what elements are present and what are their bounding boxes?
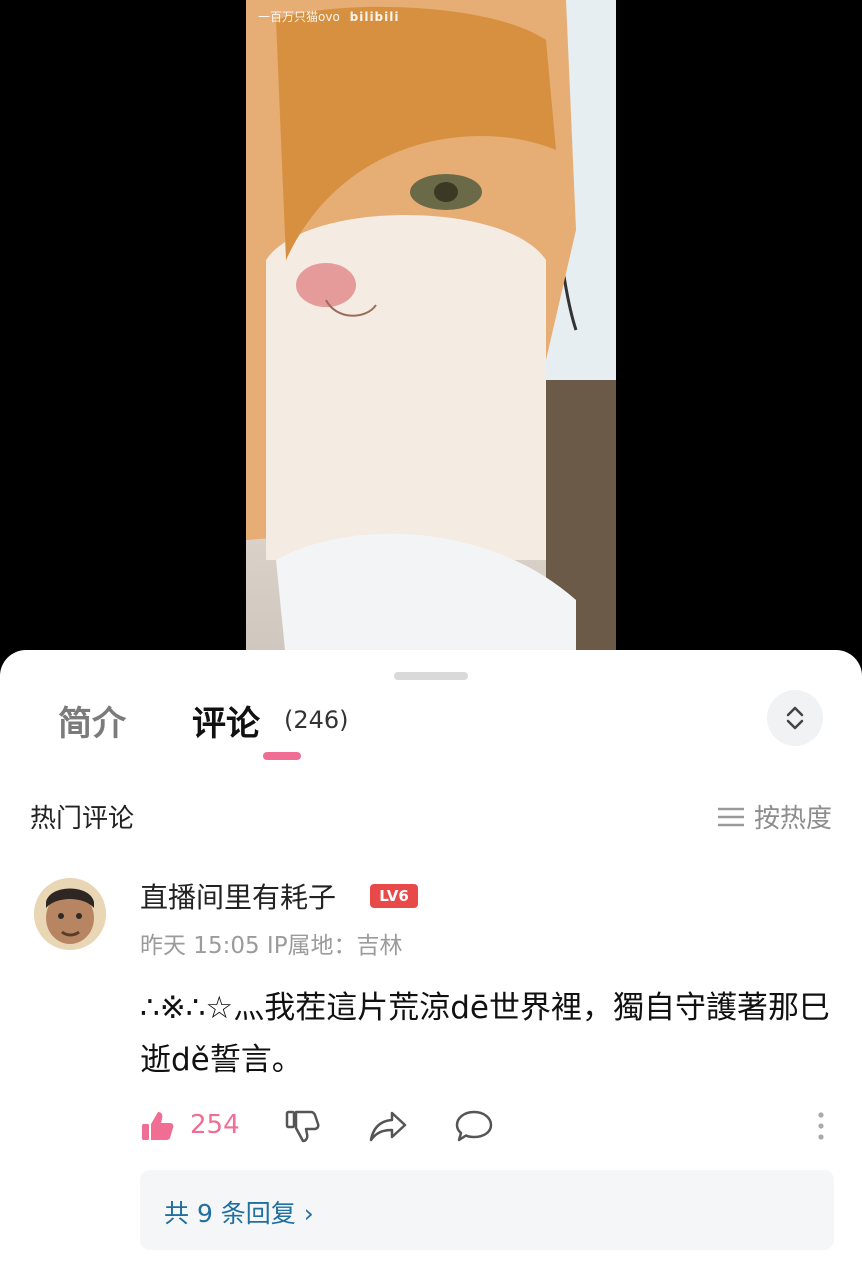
like-button[interactable]: [140, 1108, 176, 1148]
sort-by-hot-button[interactable]: 按热度: [716, 798, 832, 835]
video-watermark: 一百万只猫ovo bilibili: [258, 8, 399, 25]
more-options-button[interactable]: [816, 1110, 826, 1146]
comment-text: ∴※∴☆灬我茬這片荒涼dē世界裡，獨自守護著那巳逝dě誓言。: [140, 990, 830, 1078]
reply-button[interactable]: [454, 1108, 494, 1148]
video-frame[interactable]: 一百万只猫ovo bilibili: [246, 0, 616, 660]
tab-intro[interactable]: 简介: [58, 696, 126, 745]
replies-label: 共 9 条回复 ›: [164, 1199, 314, 1228]
hot-comments-heading: 热门评论: [30, 804, 135, 834]
comments-count: (246): [284, 706, 349, 734]
cat-video-still: [246, 0, 616, 660]
thumbs-up-icon: [142, 1112, 174, 1140]
avatar[interactable]: [34, 878, 106, 950]
tab-comments[interactable]: 评论: [192, 696, 260, 745]
watermark-text: 一百万只猫ovo: [258, 10, 340, 24]
level-badge: LV6: [370, 884, 418, 908]
more-vertical-icon: [818, 1112, 824, 1140]
thumbs-down-icon: [285, 1110, 320, 1143]
comment-bubble-icon: [455, 1110, 493, 1142]
bilibili-logo: bilibili: [349, 10, 400, 24]
sort-lines-icon: [717, 807, 744, 826]
share-icon: [369, 1111, 407, 1142]
dislike-button[interactable]: [284, 1108, 320, 1148]
comment-username[interactable]: 直播间里有耗子: [140, 876, 336, 916]
user-avatar-image: [34, 878, 106, 950]
drag-handle[interactable]: [394, 672, 468, 680]
comment-actions: 254: [140, 1102, 840, 1150]
comment-meta: 昨天 15:05 IP属地：吉林: [140, 933, 403, 959]
chevron-up-down-icon: [786, 706, 804, 730]
sort-label: 按热度: [753, 804, 832, 834]
share-button[interactable]: [368, 1108, 408, 1148]
active-tab-indicator: [263, 752, 301, 760]
expand-toggle-button[interactable]: [767, 690, 823, 746]
like-count: 254: [190, 1110, 240, 1140]
comments-sheet: 简介 评论 (246) 热门评论 按热度 直播间里有耗子 LV6 昨天 15:0…: [0, 650, 862, 1280]
video-player[interactable]: 一百万只猫ovo bilibili: [0, 0, 862, 660]
view-replies-button[interactable]: 共 9 条回复 ›: [140, 1170, 834, 1250]
